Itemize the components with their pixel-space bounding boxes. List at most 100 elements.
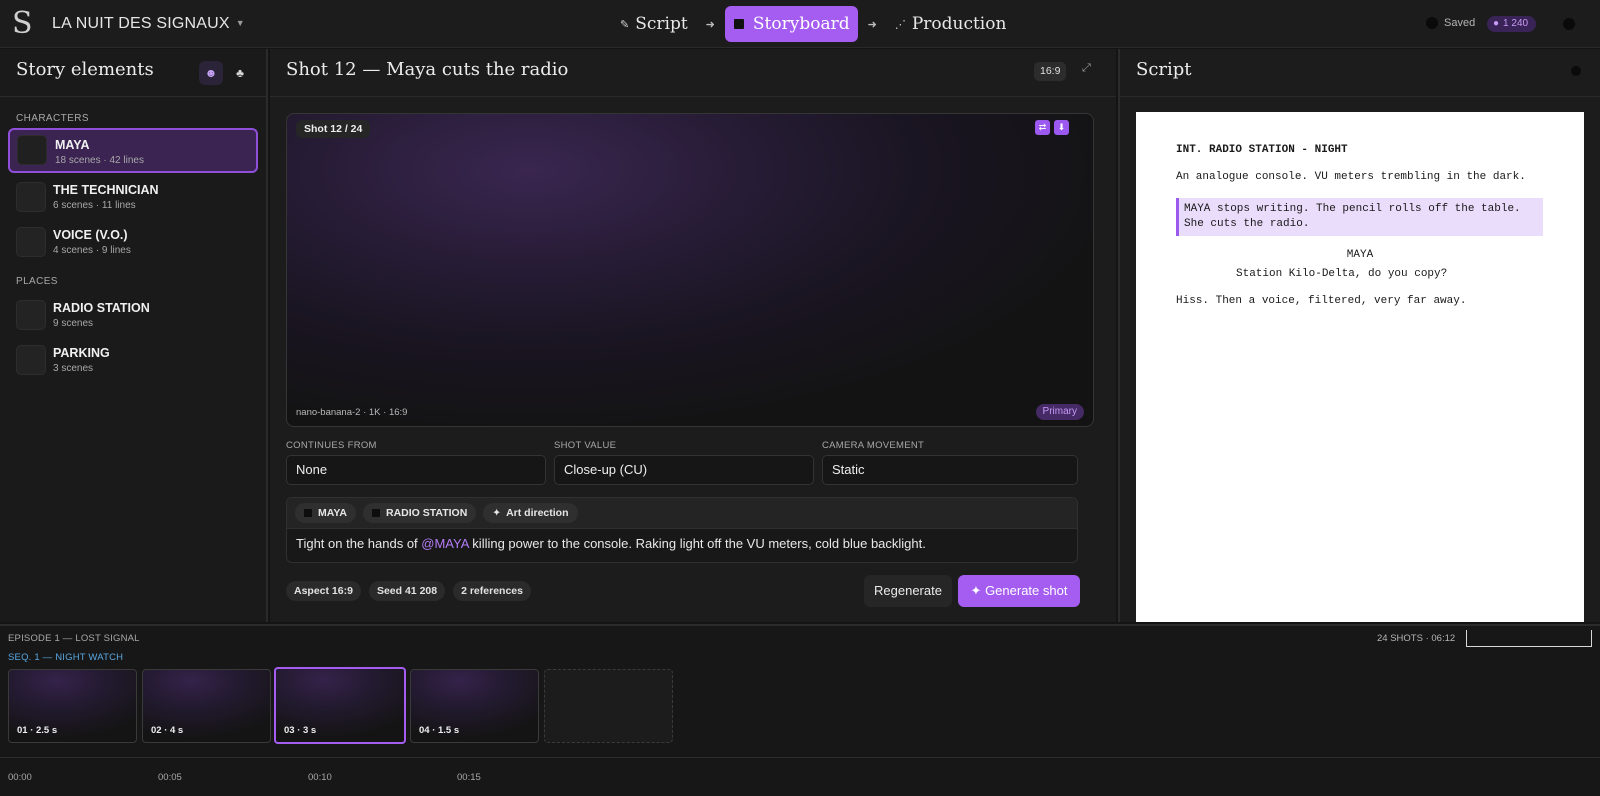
download-icon[interactable]: ⬇ <box>1054 120 1069 135</box>
avatar[interactable] <box>1563 18 1575 30</box>
workflow-steps: ✎ Script ➜ Storyboard ➜ ⋰ Production <box>612 6 1014 42</box>
step-production-label: Production <box>911 14 1007 34</box>
panel-header: Story elements ☻ ♣ <box>0 49 266 97</box>
clip-label: 03 · 3 s <box>284 725 317 736</box>
tag-maya[interactable]: MAYA <box>295 503 356 523</box>
save-status: Saved <box>1426 17 1475 29</box>
element-thumbnail <box>16 227 46 257</box>
arrow-right-icon: ➜ <box>705 18 715 31</box>
element-name: VOICE (V.O.) <box>53 228 128 242</box>
script-page[interactable]: INT. RADIO STATION - NIGHT An analogue c… <box>1136 112 1584 622</box>
element-thumbnail <box>16 182 46 212</box>
list-item-voice[interactable]: VOICE (V.O.) 4 scenes · 9 lines <box>8 220 258 265</box>
square-icon <box>372 509 380 517</box>
chevron-down-icon: ▼ <box>235 18 245 28</box>
credits-value: 1 240 <box>1503 18 1529 29</box>
credits-badge[interactable]: ● 1 240 <box>1487 16 1537 32</box>
list-item-radio-station[interactable]: RADIO STATION 9 scenes <box>8 293 258 338</box>
expand-icon[interactable]: ⤢ <box>1082 62 1091 75</box>
shot-preview[interactable]: Shot 12 / 24 ⇄ ⬇ nano-banana-2 · 1K · 16… <box>286 113 1094 427</box>
prompt-box: MAYA RADIO STATION ✦ Art direction Tight … <box>286 497 1078 563</box>
list-item-parking[interactable]: PARKING 3 scenes <box>8 338 258 383</box>
element-meta: 3 scenes <box>53 363 94 374</box>
clip-label: 02 · 4 s <box>151 725 184 736</box>
list-item-technician[interactable]: THE TECHNICIAN 6 scenes · 11 lines <box>8 175 258 220</box>
story-elements-panel: Story elements ☻ ♣ CHARACTERS MAYA 18 sc… <box>0 49 268 622</box>
sparkle-icon: ✦ <box>492 507 502 519</box>
clip-label: 04 · 1.5 s <box>419 725 460 736</box>
logo[interactable]: S <box>12 8 36 40</box>
sequence-label[interactable]: SEQ. 1 — NIGHT WATCH <box>8 652 123 663</box>
timeline-clip[interactable]: 01 · 2.5 s <box>8 669 137 743</box>
prompt-mention[interactable]: @MAYA <box>421 536 468 551</box>
primary-badge: Primary <box>1035 404 1084 420</box>
empty-clip-slot[interactable] <box>544 669 673 743</box>
ruler-tick: 00:15 <box>457 772 481 783</box>
shot-fields: CONTINUES FROM None SHOT VALUE Close-up … <box>286 440 1094 488</box>
ruler-tick: 00:05 <box>158 772 182 783</box>
tag-label: Art direction <box>506 507 569 519</box>
pen-icon: ✎ <box>620 17 630 31</box>
step-production[interactable]: ⋰ Production <box>887 6 1015 42</box>
tag-art-direction[interactable]: ✦ Art direction <box>483 503 578 523</box>
script-title: Script <box>1136 59 1192 80</box>
project-selector[interactable]: LA NUIT DES SIGNAUX ▼ <box>52 15 245 33</box>
tag-label: MAYA <box>318 507 347 519</box>
section-label: CHARACTERS <box>16 113 89 124</box>
timeline: EPISODE 1 — LOST SIGNAL 24 SHOTS · 06:12… <box>0 624 1600 796</box>
menu-dot-icon[interactable] <box>1571 66 1581 76</box>
list-item-maya[interactable]: MAYA 18 scenes · 42 lines <box>8 128 258 173</box>
ruler-tick: 00:00 <box>8 772 32 783</box>
clip-label: 01 · 2.5 s <box>17 725 58 736</box>
step-storyboard[interactable]: Storyboard <box>724 6 858 42</box>
slugline: INT. RADIO STATION - NIGHT <box>1176 144 1348 156</box>
swap-icon[interactable]: ⇄ <box>1035 120 1050 135</box>
characters-filter-button[interactable]: ☻ <box>199 61 223 85</box>
credits-icon: ● <box>1493 18 1500 29</box>
top-bar: S LA NUIT DES SIGNAUX ▼ ✎ Script ➜ Storybo… <box>0 0 1600 48</box>
shot-title: Shot 12 — Maya cuts the radio <box>286 59 569 80</box>
step-script-label: Script <box>635 14 688 34</box>
timeline-clip-selected[interactable]: 03 · 3 s <box>274 667 406 744</box>
tag-radio-station[interactable]: RADIO STATION <box>363 503 477 523</box>
references-chip[interactable]: 2 references <box>453 581 531 601</box>
field-label: CONTINUES FROM <box>286 440 377 451</box>
timeline-minimap[interactable] <box>1466 630 1592 647</box>
prompt-input[interactable]: Tight on the hands of @MAYA killing powe… <box>287 529 1077 558</box>
sparkle-icon: ✦ <box>970 583 986 598</box>
element-name: THE TECHNICIAN <box>53 183 159 197</box>
status-dot <box>1426 17 1438 29</box>
shot-value-field: SHOT VALUE Close-up (CU) <box>554 440 814 485</box>
shot-value-select[interactable]: Close-up (CU) <box>554 455 814 485</box>
continues-from-select[interactable]: None <box>286 455 546 485</box>
generate-shot-button[interactable]: ✦ Generate shot <box>958 575 1080 607</box>
highlighted-action[interactable]: MAYA stops writing. The pencil rolls off… <box>1176 198 1543 236</box>
square-icon <box>733 19 744 29</box>
time-ruler <box>0 757 1600 758</box>
highlight-line: She cuts the radio. <box>1184 218 1310 230</box>
continues-from-field: CONTINUES FROM None <box>286 440 546 485</box>
element-thumbnail <box>17 135 47 165</box>
seed-chip[interactable]: Seed 41 208 <box>368 581 446 601</box>
aspect-badge[interactable]: 16:9 <box>1034 62 1067 81</box>
timeline-clip[interactable]: 02 · 4 s <box>142 669 271 743</box>
element-meta: 4 scenes · 9 lines <box>53 245 131 256</box>
regenerate-button[interactable]: Regenerate <box>864 575 952 607</box>
script-header: Script <box>1120 49 1600 97</box>
element-name: PARKING <box>53 346 110 360</box>
places-filter-button[interactable]: ♣ <box>228 61 252 85</box>
club-icon: ♣ <box>236 66 244 80</box>
prompt-text: killing power to the console. Raking lig… <box>468 536 926 551</box>
camera-movement-select[interactable]: Static <box>822 455 1078 485</box>
element-meta: 18 scenes · 42 lines <box>55 155 144 166</box>
timeline-clip[interactable]: 04 · 1.5 s <box>410 669 539 743</box>
step-script[interactable]: ✎ Script <box>612 6 696 42</box>
project-name: LA NUIT DES SIGNAUX <box>52 15 230 32</box>
shot-chips: Aspect 16:9 Seed 41 208 2 references <box>286 581 539 601</box>
field-label: CAMERA MOVEMENT <box>822 440 925 451</box>
shots-summary: 24 SHOTS · 06:12 <box>1377 633 1456 644</box>
tag-label: RADIO STATION <box>386 507 468 519</box>
aspect-chip[interactable]: Aspect 16:9 <box>286 581 361 601</box>
people-icon: ☻ <box>204 66 218 80</box>
generate-label: Generate shot <box>985 583 1068 598</box>
